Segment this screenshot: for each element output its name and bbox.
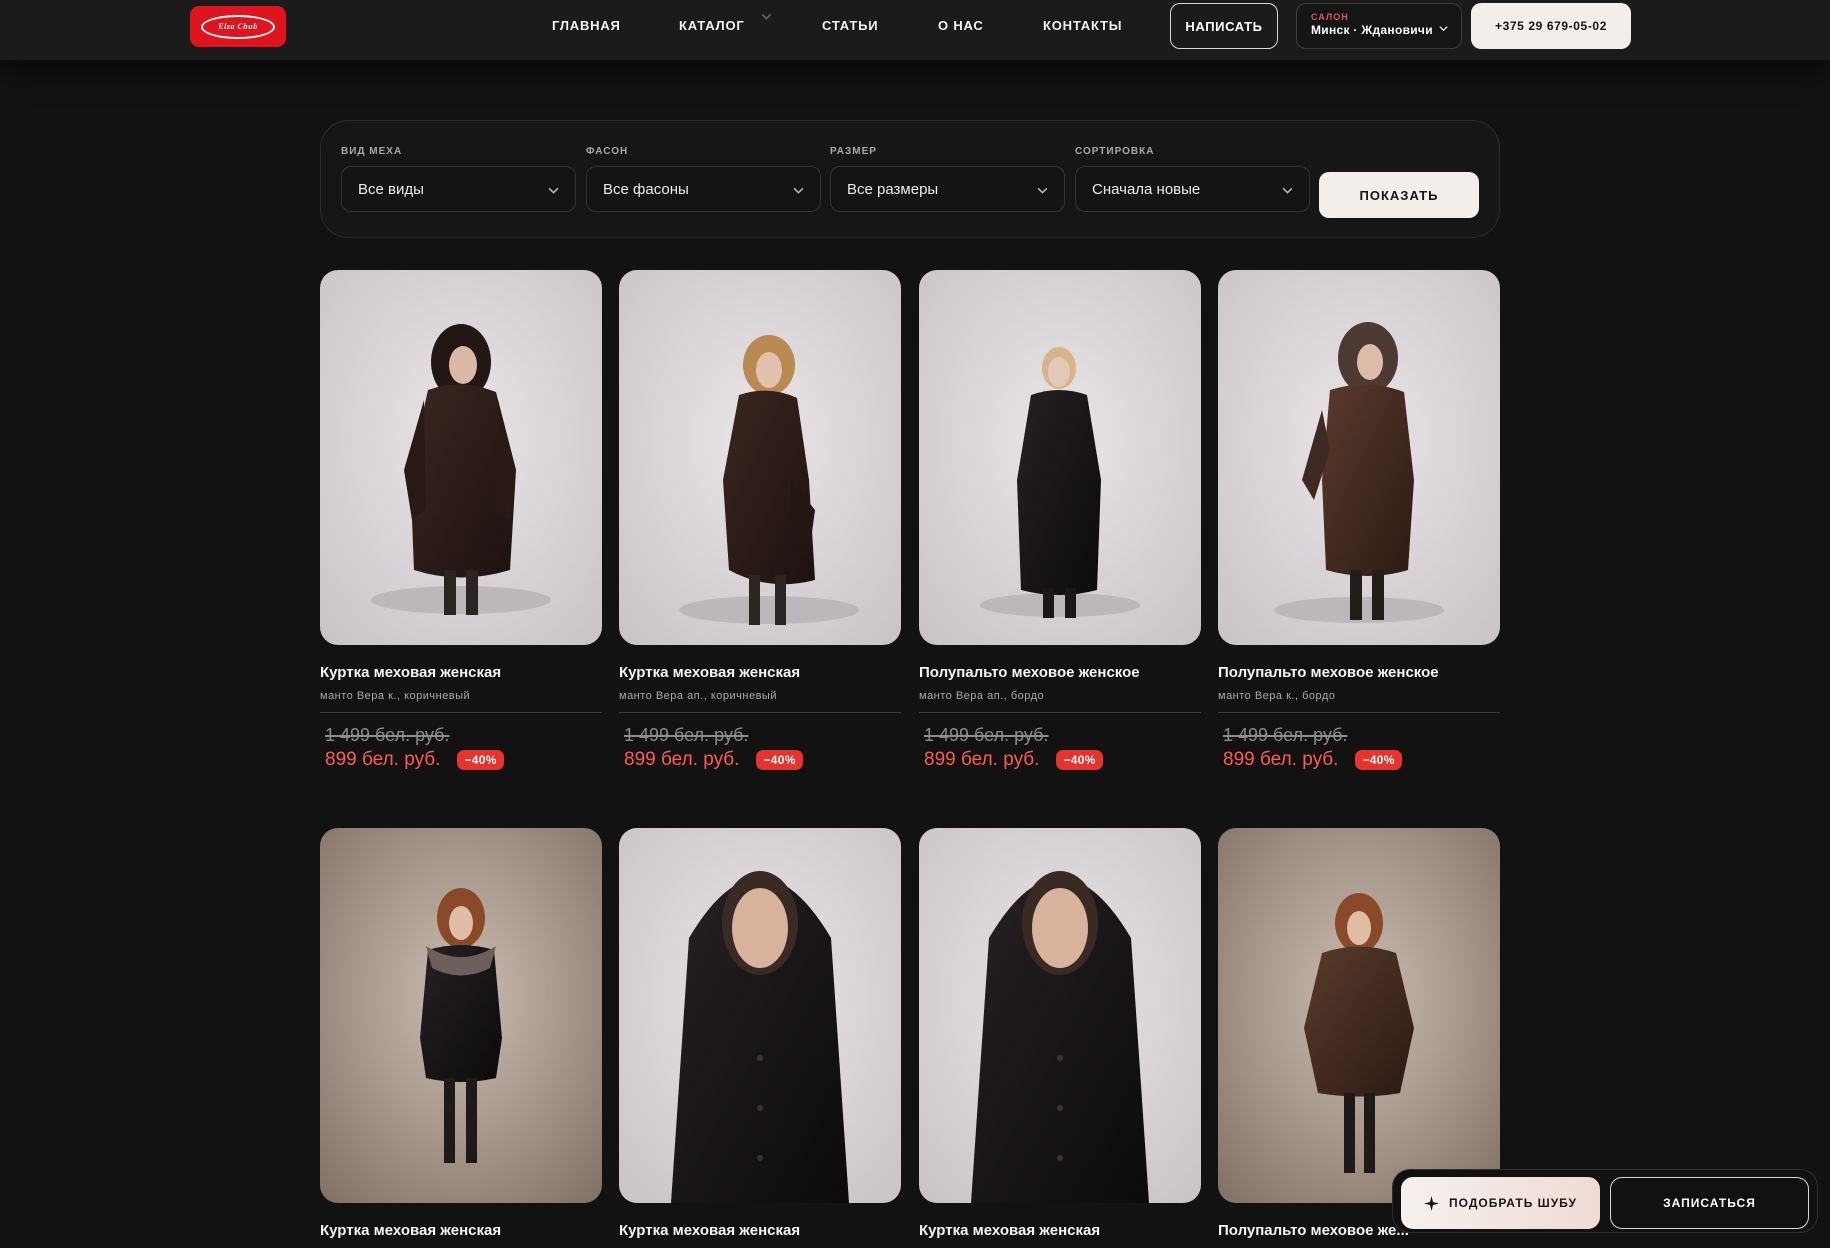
phone-button[interactable]: +375 29 679-05-02 bbox=[1471, 3, 1631, 49]
sort-value: Сначала новые bbox=[1092, 180, 1201, 198]
filter-fur-label: ВИД МЕХА bbox=[341, 146, 403, 157]
product-subtitle: манто Вера ап., коричневый bbox=[619, 690, 777, 702]
discount-badge: −40% bbox=[756, 750, 803, 770]
sparkle-icon bbox=[1424, 1195, 1440, 1211]
chevron-down-icon bbox=[1037, 187, 1048, 194]
divider bbox=[320, 712, 602, 713]
fur-type-value: Все виды bbox=[358, 180, 424, 198]
filter-style-label: ФАСОН bbox=[586, 146, 629, 157]
product-title[interactable]: Куртка меховая женская bbox=[320, 1222, 602, 1239]
filter-fur: ВИД МЕХА Все виды bbox=[341, 146, 576, 212]
fur-coat-image bbox=[919, 828, 1201, 1203]
filter-style: ФАСОН Все фасоны bbox=[586, 146, 821, 212]
product-photo[interactable] bbox=[1218, 828, 1500, 1203]
product-photo[interactable] bbox=[919, 270, 1201, 645]
floating-action-bar: ПОДОБРАТЬ ШУБУ ЗАПИСАТЬСЯ bbox=[1392, 1169, 1818, 1233]
discount-badge: −40% bbox=[1355, 750, 1402, 770]
product-card[interactable]: Полупальто меховое женское манто Вера ап… bbox=[919, 270, 1201, 771]
fur-coat-image bbox=[1218, 270, 1500, 645]
nav-about[interactable]: О НАС bbox=[938, 18, 984, 33]
sale-price: 899 бел. руб. bbox=[325, 749, 441, 770]
nav-articles[interactable]: СТАТЬИ bbox=[822, 18, 878, 33]
product-title[interactable]: Полупальто меховое женское bbox=[1218, 664, 1500, 681]
chevron-down-icon bbox=[793, 187, 804, 194]
product-title[interactable]: Куртка меховая женская bbox=[619, 1222, 901, 1239]
style-select[interactable]: Все фасоны bbox=[586, 166, 821, 212]
size-value: Все размеры bbox=[847, 180, 939, 198]
fur-coat-image bbox=[320, 828, 602, 1203]
product-card[interactable]: Куртка меховая женская bbox=[619, 828, 901, 1239]
product-photo[interactable] bbox=[320, 270, 602, 645]
product-title[interactable]: Полупальто меховое женское bbox=[919, 664, 1201, 681]
size-select[interactable]: Все размеры bbox=[830, 166, 1065, 212]
discount-badge: −40% bbox=[1056, 750, 1103, 770]
filter-size-label: РАЗМЕР bbox=[830, 146, 877, 157]
chevron-down-icon bbox=[1282, 187, 1293, 194]
price-row: 899 бел. руб. −40% bbox=[624, 749, 901, 771]
old-price: 1 499 бел. руб. bbox=[325, 725, 450, 745]
product-card[interactable]: Куртка меховая женская манто Вера ап., к… bbox=[619, 270, 901, 771]
brand-logo[interactable]: Elza Chub bbox=[190, 6, 286, 47]
old-price: 1 499 бел. руб. bbox=[1223, 725, 1348, 745]
fur-type-select[interactable]: Все виды bbox=[341, 166, 576, 212]
product-title[interactable]: Куртка меховая женская bbox=[919, 1222, 1201, 1239]
fur-coat-image bbox=[320, 270, 602, 645]
logo-mark: Elza Chub bbox=[201, 14, 275, 39]
price-row: 899 бел. руб. −40% bbox=[924, 749, 1201, 771]
nav-home[interactable]: ГЛАВНАЯ bbox=[552, 18, 621, 33]
style-value: Все фасоны bbox=[603, 180, 689, 198]
product-photo[interactable] bbox=[919, 828, 1201, 1203]
salon-value: Минск · Ждановичи bbox=[1311, 23, 1433, 37]
product-title[interactable]: Куртка меховая женская bbox=[619, 664, 901, 681]
price-row: 899 бел. руб. −40% bbox=[325, 749, 602, 771]
chevron-down-icon bbox=[1439, 26, 1448, 32]
product-subtitle: манто Вера ап., бордо bbox=[919, 690, 1045, 702]
divider bbox=[619, 712, 901, 713]
fur-coat-image bbox=[919, 270, 1201, 645]
product-photo[interactable] bbox=[619, 270, 901, 645]
product-card[interactable]: Куртка меховая женская bbox=[320, 828, 602, 1239]
product-subtitle: манто Вера к., бордо bbox=[1218, 690, 1336, 702]
fur-coat-image bbox=[1218, 828, 1500, 1203]
product-subtitle: манто Вера к., коричневый bbox=[320, 690, 471, 702]
sort-select[interactable]: Сначала новые bbox=[1075, 166, 1310, 212]
product-photo[interactable] bbox=[1218, 270, 1500, 645]
fur-coat-image bbox=[619, 828, 901, 1203]
fur-coat-image bbox=[619, 270, 901, 645]
product-photo[interactable] bbox=[619, 828, 901, 1203]
book-button[interactable]: ЗАПИСАТЬСЯ bbox=[1610, 1177, 1809, 1229]
price-row: 899 бел. руб. −40% bbox=[1223, 749, 1500, 771]
product-photo[interactable] bbox=[320, 828, 602, 1203]
sale-price: 899 бел. руб. bbox=[1223, 749, 1339, 770]
write-button[interactable]: НАПИСАТЬ bbox=[1170, 3, 1278, 49]
filter-sort-label: СОРТИРОВКА bbox=[1075, 146, 1155, 157]
salon-selector[interactable]: САЛОН Минск · Ждановичи bbox=[1296, 3, 1462, 49]
product-card[interactable]: Полупальто меховое женское манто Вера к.… bbox=[1218, 270, 1500, 771]
site-header: Elza Chub ГЛАВНАЯ КАТАЛОГ СТАТЬИ О НАС К… bbox=[0, 0, 1830, 60]
show-button[interactable]: ПОКАЗАТЬ bbox=[1319, 172, 1479, 218]
product-title[interactable]: Куртка меховая женская bbox=[320, 664, 602, 681]
divider bbox=[919, 712, 1201, 713]
sale-price: 899 бел. руб. bbox=[624, 749, 740, 770]
pick-fur-button[interactable]: ПОДОБРАТЬ ШУБУ bbox=[1401, 1177, 1600, 1229]
filter-sort: СОРТИРОВКА Сначала новые bbox=[1075, 146, 1310, 212]
divider bbox=[1218, 712, 1500, 713]
nav-catalog[interactable]: КАТАЛОГ bbox=[679, 18, 745, 33]
filter-size: РАЗМЕР Все размеры bbox=[830, 146, 1065, 212]
sale-price: 899 бел. руб. bbox=[924, 749, 1040, 770]
catalog-chevron-down-icon[interactable] bbox=[760, 10, 773, 23]
old-price: 1 499 бел. руб. bbox=[924, 725, 1049, 745]
product-card[interactable]: Куртка меховая женская bbox=[919, 828, 1201, 1239]
nav-contacts[interactable]: КОНТАКТЫ bbox=[1043, 18, 1122, 33]
product-card[interactable]: Куртка меховая женская манто Вера к., ко… bbox=[320, 270, 602, 771]
discount-badge: −40% bbox=[457, 750, 504, 770]
pick-fur-label: ПОДОБРАТЬ ШУБУ bbox=[1449, 1196, 1577, 1210]
filter-panel: ВИД МЕХА Все виды ФАСОН Все фасоны РАЗМЕ… bbox=[320, 120, 1500, 238]
old-price: 1 499 бел. руб. bbox=[624, 725, 749, 745]
chevron-down-icon bbox=[548, 187, 559, 194]
salon-label: САЛОН bbox=[1311, 12, 1349, 22]
